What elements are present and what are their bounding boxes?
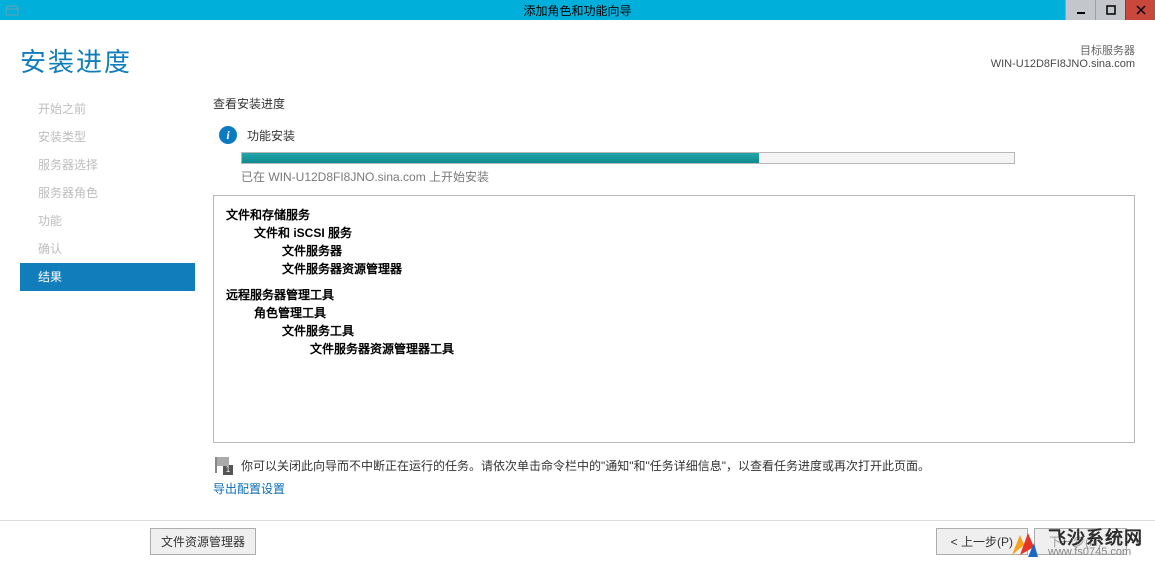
file-explorer-button[interactable]: 文件资源管理器 <box>150 528 256 555</box>
install-label: 功能安装 <box>247 127 295 144</box>
wizard-sidebar: 开始之前 安装类型 服务器选择 服务器角色 功能 确认 结果 <box>20 87 195 497</box>
page-title: 安装进度 <box>20 42 132 79</box>
feature-item: 文件服务器 <box>226 242 1122 260</box>
footer-divider <box>0 520 1155 521</box>
progress-bar <box>241 152 1015 164</box>
flag-icon: 1 <box>213 457 231 473</box>
progress-text: 已在 WIN-U12D8FI8JNO.sina.com 上开始安装 <box>241 168 1135 185</box>
sidebar-item-server-role: 服务器角色 <box>20 179 195 207</box>
export-config-link[interactable]: 导出配置设置 <box>213 480 1135 497</box>
target-server-label: 目标服务器 <box>991 42 1135 58</box>
maximize-button[interactable] <box>1095 0 1125 20</box>
dropdown-icon: ▾ <box>1133 535 1141 549</box>
sidebar-item-before: 开始之前 <box>20 95 195 123</box>
wizard-buttons: < 上一步(P) 下一步(N) > ▾ <box>936 528 1141 555</box>
footer: 文件资源管理器 < 上一步(P) 下一步(N) > ▾ <box>0 528 1155 555</box>
sidebar-item-server-select: 服务器选择 <box>20 151 195 179</box>
sidebar-item-type: 安装类型 <box>20 123 195 151</box>
feature-item: 远程服务器管理工具 <box>226 286 1122 304</box>
feature-item: 文件和 iSCSI 服务 <box>226 224 1122 242</box>
prev-button[interactable]: < 上一步(P) <box>936 528 1028 555</box>
note-text: 你可以关闭此向导而不中断正在运行的任务。请依次单击命令栏中的"通知"和"任务详细… <box>241 457 930 474</box>
titlebar: 添加角色和功能向导 <box>0 0 1155 20</box>
close-button[interactable] <box>1125 0 1155 20</box>
sidebar-item-confirm: 确认 <box>20 235 195 263</box>
feature-item: 文件服务器资源管理器 <box>226 260 1122 278</box>
window-controls <box>1065 0 1155 20</box>
app-icon <box>4 2 20 18</box>
info-icon: i <box>219 126 237 144</box>
main-content: 查看安装进度 i 功能安装 已在 WIN-U12D8FI8JNO.sina.co… <box>195 87 1155 497</box>
next-button: 下一步(N) > <box>1034 528 1127 555</box>
progress-fill <box>242 153 759 163</box>
section-label: 查看安装进度 <box>213 95 1135 112</box>
feature-item: 文件服务工具 <box>226 322 1122 340</box>
header: 安装进度 目标服务器 WIN-U12D8FI8JNO.sina.com <box>0 20 1155 87</box>
feature-list: 文件和存储服务 文件和 iSCSI 服务 文件服务器 文件服务器资源管理器 远程… <box>213 195 1135 443</box>
sidebar-item-results[interactable]: 结果 <box>20 263 195 291</box>
feature-item: 角色管理工具 <box>226 304 1122 322</box>
minimize-button[interactable] <box>1065 0 1095 20</box>
target-server-block: 目标服务器 WIN-U12D8FI8JNO.sina.com <box>991 42 1135 70</box>
sidebar-item-features: 功能 <box>20 207 195 235</box>
feature-item: 文件服务器资源管理器工具 <box>226 340 1122 358</box>
target-server-value: WIN-U12D8FI8JNO.sina.com <box>991 58 1135 70</box>
feature-item: 文件和存储服务 <box>226 206 1122 224</box>
window-title: 添加角色和功能向导 <box>523 2 631 19</box>
flag-badge: 1 <box>223 465 233 475</box>
